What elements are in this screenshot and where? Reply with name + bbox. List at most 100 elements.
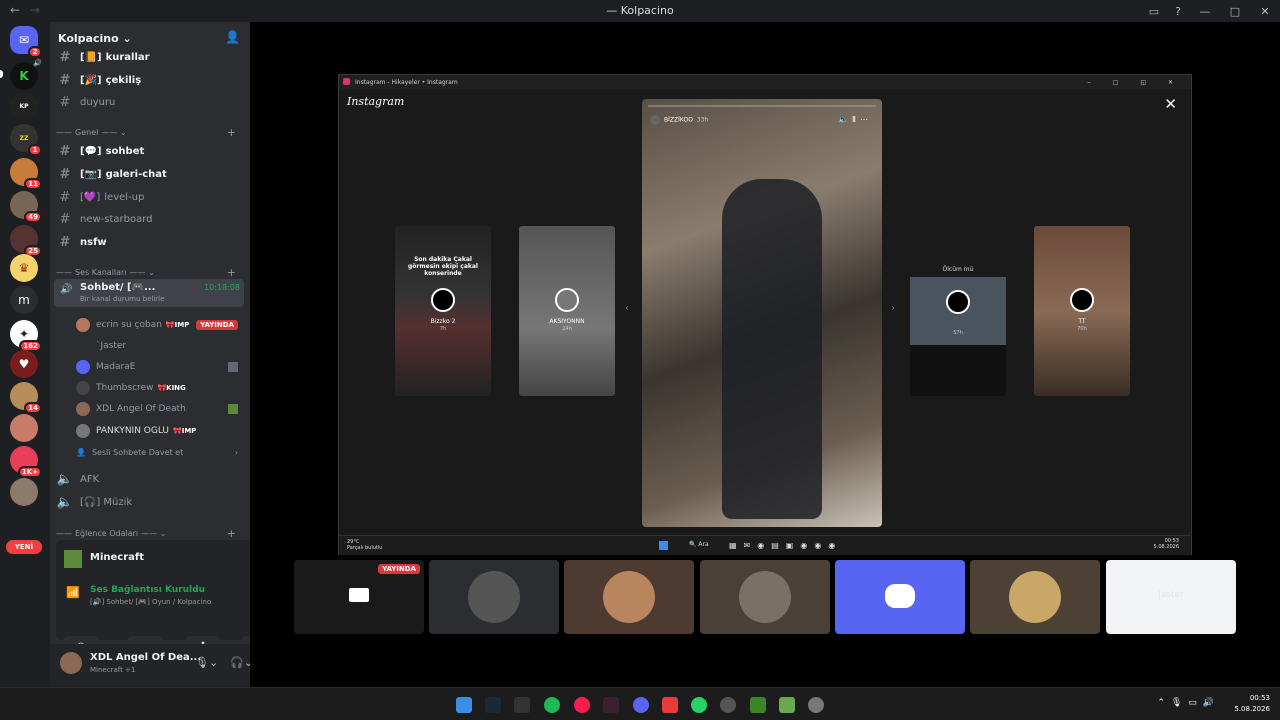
channel-duyuru[interactable]: # duyuru: [56, 92, 244, 112]
maximize-button[interactable]: □: [1220, 0, 1250, 22]
server-icon-6[interactable]: 25: [10, 225, 42, 257]
channel-galeri-chat[interactable]: # [📷] galeri-chat: [56, 164, 244, 184]
epic-games-icon[interactable]: [514, 697, 530, 713]
hash-icon: #: [59, 49, 71, 65]
connection-status[interactable]: Ses Bağlantısı Kuruldu: [90, 585, 205, 595]
voice-channel-sohbet[interactable]: 🔊 Sohbet/ [🎮... 10:18:08 Bir kanal durum…: [54, 279, 244, 307]
voice-user[interactable]: MadaraE: [76, 358, 244, 376]
close-button[interactable]: ✕: [1250, 0, 1280, 22]
app-icon-red[interactable]: [662, 697, 678, 713]
windows-taskbar: ⌃🎙▭🔊 00:53 5.08.2026: [0, 687, 1280, 720]
instagram-logo[interactable]: Instagram: [347, 95, 404, 108]
instagram-icon: [343, 78, 350, 85]
microphone-icon[interactable]: 🎙⌄: [195, 656, 218, 669]
instagram-window: Instagram - Hikayeler • Instagram ‒ □ ◱ ✕…: [338, 74, 1192, 555]
server-icon-3[interactable]: ZZ 1: [10, 124, 42, 156]
add-member-icon[interactable]: 👤: [225, 30, 240, 44]
spotify-icon[interactable]: [544, 697, 560, 713]
category-eglence[interactable]: —— Eğlence Odaları —— ⌄ +: [56, 525, 244, 541]
story-preview[interactable]: AKSIYONNN 24h: [519, 226, 615, 396]
server-icon-crown[interactable]: ♛: [10, 254, 38, 282]
minimize-button[interactable]: —: [1190, 0, 1220, 22]
voice-user[interactable]: PANKYNIN OGLU 🎀IMP: [76, 422, 244, 440]
channel-level-up[interactable]: # [💜] level-up: [56, 187, 244, 207]
speaker-icon: 🔊: [33, 59, 42, 67]
participant-tile[interactable]: [700, 560, 830, 634]
steam-icon[interactable]: [485, 697, 501, 713]
speaker-icon: 🔈: [56, 494, 74, 510]
main-story[interactable]: BİZZİKOO 33h 🔈Ⅱ⋯: [642, 99, 882, 527]
opera-icon[interactable]: [574, 697, 590, 713]
voice-user[interactable]: ecrin su çoban 🎀IMP YAYINDA: [76, 316, 244, 334]
server-icon-13[interactable]: [10, 478, 38, 506]
add-channel-icon[interactable]: +: [227, 527, 236, 540]
server-icon-4[interactable]: 11: [10, 158, 42, 190]
participant-tile[interactable]: [429, 560, 559, 634]
channel-nsfw[interactable]: # nsfw: [56, 232, 244, 252]
participant-tile[interactable]: [970, 560, 1100, 634]
connection-detail: [🔊] Sohbet/ [🎮] Oyun / Kolpacino: [90, 598, 212, 606]
channel-sohbet[interactable]: # [💬] sohbet: [56, 141, 244, 161]
next-story-arrow[interactable]: ›: [891, 303, 895, 314]
minecraft-launcher-icon[interactable]: [779, 697, 795, 713]
channel-status[interactable]: Bir kanal durumu belirle: [80, 295, 164, 303]
headphones-icon[interactable]: 🎧⌄: [230, 656, 250, 669]
app-icon[interactable]: [603, 697, 619, 713]
add-channel-icon[interactable]: +: [227, 126, 236, 139]
channel-new-starboard[interactable]: # new-starboard: [56, 209, 244, 229]
user-name[interactable]: XDL Angel Of Dea...: [90, 652, 201, 663]
server-icon-5[interactable]: 49: [10, 191, 42, 223]
dm-home-button[interactable]: ✉ 2: [10, 26, 42, 58]
channel-kurallar[interactable]: # [📙] kurallar: [56, 47, 244, 67]
hash-icon: #: [59, 94, 71, 110]
previous-story-arrow[interactable]: ‹: [625, 303, 629, 314]
discord-icon[interactable]: [633, 697, 649, 713]
invite-to-voice[interactable]: 👤 Sesli Sohbete Davet et ›: [76, 443, 244, 461]
category-genel[interactable]: —— Genel —— ⌄ +: [56, 124, 244, 140]
voice-channel-afk[interactable]: 🔈 AFK: [56, 469, 244, 489]
server-icon-9[interactable]: ♥: [10, 350, 38, 378]
chevron-right-icon: ›: [234, 447, 238, 457]
settings-icon[interactable]: [808, 697, 824, 713]
voice-user[interactable]: Thumbscrew 🎀KING: [76, 379, 244, 397]
story-controls[interactable]: 🔈Ⅱ⋯: [838, 115, 872, 124]
avatar: [76, 318, 90, 332]
voice-user[interactable]: `Jaster: [76, 337, 244, 355]
participant-tile-discord[interactable]: [835, 560, 965, 634]
voice-user[interactable]: XDL Angel Of Death: [76, 400, 244, 418]
story-avatar: [555, 288, 579, 312]
participant-tile-stream[interactable]: YAYINDA: [294, 560, 424, 634]
avatar: [76, 339, 90, 353]
discord-logo-icon: [885, 584, 915, 608]
close-icon[interactable]: ✕: [1164, 95, 1177, 113]
server-icon-kolpacino[interactable]: KP: [10, 92, 38, 120]
windows-start-icon[interactable]: [456, 697, 472, 713]
server-icon-m[interactable]: m: [10, 286, 38, 314]
story-preview[interactable]: Ölcüm mü 57h: [910, 226, 1006, 396]
server-icon-k[interactable]: K 🔊: [10, 59, 42, 90]
inbox-icon[interactable]: ▭: [1142, 0, 1166, 22]
minecraft-icon[interactable]: [750, 697, 766, 713]
add-channel-icon[interactable]: +: [227, 266, 236, 279]
user-avatar[interactable]: [60, 652, 82, 674]
server-icon-11[interactable]: [10, 414, 38, 442]
channel-cekilis[interactable]: # [🎉] çekiliş: [56, 70, 244, 90]
system-clock[interactable]: 00:53 5.08.2026: [1234, 693, 1270, 715]
category-ses[interactable]: —— Ses Kanalları —— ⌄ +: [56, 264, 244, 280]
server-icon-10[interactable]: 14: [10, 382, 42, 414]
participant-tile[interactable]: [564, 560, 694, 634]
system-tray[interactable]: ⌃🎙▭🔊: [1157, 698, 1220, 708]
avatar: [76, 360, 90, 374]
server-icon-12[interactable]: 1K+: [10, 446, 42, 478]
participant-tile-jaster[interactable]: Jaster: [1106, 560, 1236, 634]
live-badge: YAYINDA: [196, 320, 238, 330]
avatar: [603, 571, 655, 623]
chatgpt-icon[interactable]: [720, 697, 736, 713]
story-avatar: [946, 290, 970, 314]
whatsapp-icon[interactable]: [691, 697, 707, 713]
story-preview[interactable]: Son dakika Çakal görmesin ekipi çakal ko…: [395, 226, 491, 396]
help-icon[interactable]: ?: [1166, 0, 1190, 22]
voice-channel-muzik[interactable]: 🔈 [🎧] Müzik: [56, 492, 244, 512]
server-icon-8[interactable]: ✦ 162: [10, 320, 42, 352]
story-preview[interactable]: TT 70h: [1034, 226, 1130, 396]
